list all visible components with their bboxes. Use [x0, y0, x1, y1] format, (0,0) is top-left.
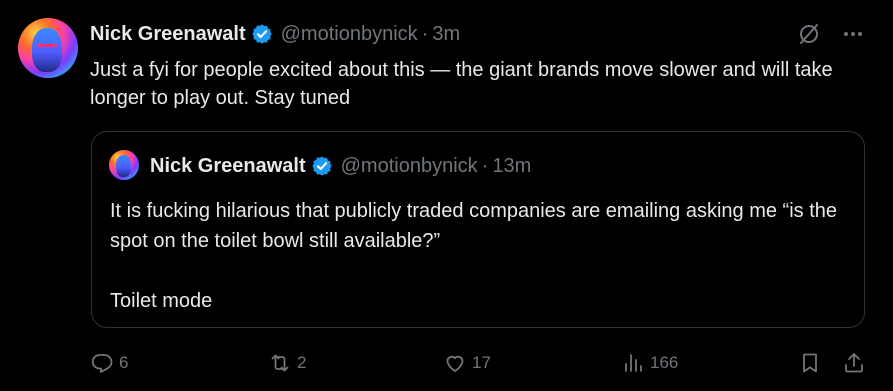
bookmark-button[interactable] — [798, 348, 822, 378]
repost-count: 2 — [297, 353, 307, 372]
views-icon — [625, 354, 642, 372]
quote-author-handle[interactable]: @motionbynick — [341, 155, 478, 178]
separator-dot: · — [481, 154, 489, 177]
bookmark-icon — [803, 353, 817, 373]
reply-button[interactable]: 6 — [90, 348, 128, 378]
share-icon — [845, 353, 863, 373]
quote-text-line: Toilet mode — [110, 290, 213, 312]
action-bar: 6 2 17 166 — [90, 348, 880, 378]
repost-button[interactable]: 2 — [268, 348, 306, 378]
top-actions — [797, 22, 865, 46]
reply-count: 6 — [119, 353, 129, 372]
tweet-header: Nick Greenawalt @motionbynick · 3m — [90, 20, 460, 48]
verified-badge-icon[interactable] — [311, 155, 333, 177]
repost-icon — [271, 354, 289, 372]
quoted-tweet[interactable]: Nick Greenawalt @motionbynick · 13m It i… — [91, 131, 865, 328]
more-icon[interactable] — [841, 22, 865, 46]
author-handle[interactable]: @motionbynick — [281, 23, 418, 46]
heart-icon — [446, 355, 464, 372]
quote-author-name[interactable]: Nick Greenawalt — [150, 155, 306, 178]
quote-timestamp[interactable]: 13m — [492, 155, 531, 178]
views-count: 166 — [650, 353, 679, 372]
grok-icon[interactable] — [797, 22, 821, 46]
tweet-timestamp[interactable]: 3m — [432, 23, 460, 46]
quote-text: It is fucking hilarious that publicly tr… — [110, 196, 860, 316]
quote-text-line: It is fucking hilarious that publicly tr… — [110, 200, 838, 252]
quote-header: Nick Greenawalt @motionbynick · 13m — [150, 152, 531, 180]
like-count: 17 — [472, 353, 491, 372]
author-name[interactable]: Nick Greenawalt — [90, 23, 246, 46]
reply-icon — [91, 354, 113, 373]
quote-author-avatar[interactable] — [109, 150, 139, 180]
tweet-text: Just a fyi for people excited about this… — [90, 59, 833, 109]
views-button[interactable]: 166 — [621, 348, 678, 378]
share-button[interactable] — [842, 348, 866, 378]
like-button[interactable]: 17 — [443, 348, 491, 378]
verified-badge-icon[interactable] — [251, 23, 273, 45]
author-avatar[interactable] — [18, 18, 78, 78]
separator-dot: · — [421, 22, 429, 45]
tweet[interactable]: Nick Greenawalt @motionbynick · 3m Just … — [0, 0, 893, 391]
